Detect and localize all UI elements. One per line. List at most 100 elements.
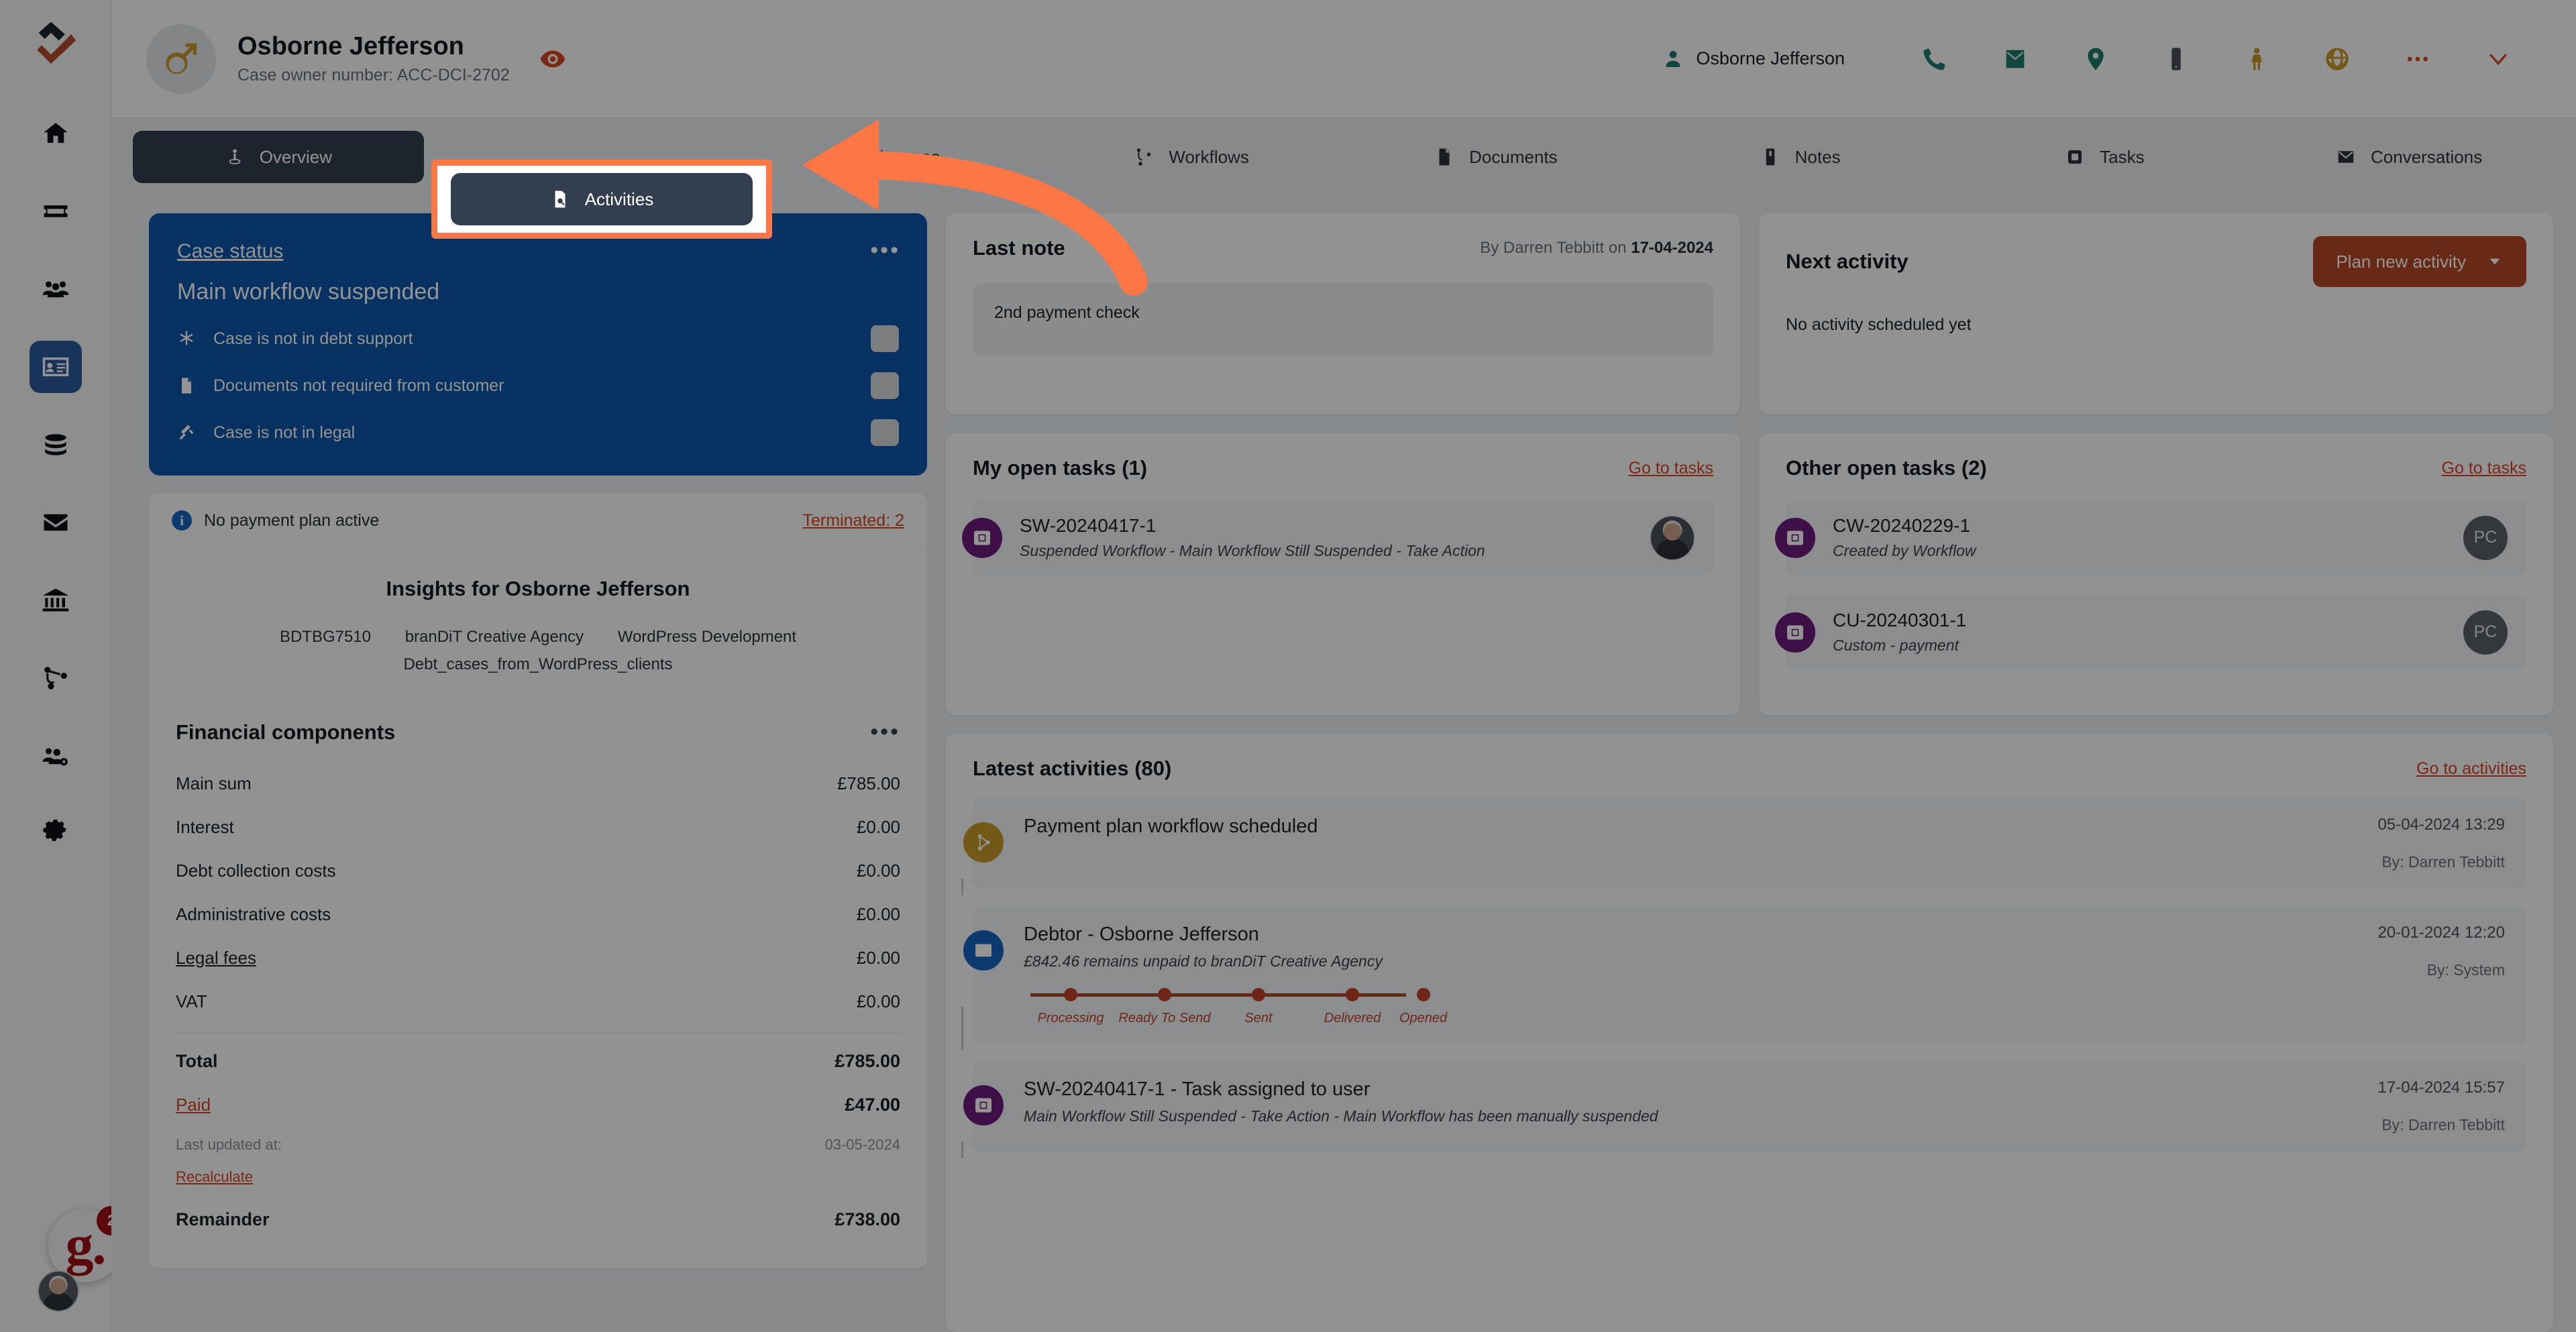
task-row[interactable]: CW-20240229-1 Created by Workflow PC: [1786, 500, 2526, 575]
insight-tag: BDTBG7510: [280, 628, 371, 646]
timeline-connector: [961, 879, 963, 895]
last-note-body[interactable]: 2nd payment check: [973, 283, 1713, 357]
workflow-icon: [1134, 147, 1154, 167]
activity-row[interactable]: SW-20240417-1 - Task assigned to user Ma…: [973, 1061, 2526, 1152]
case-status-headline: Main workflow suspended: [177, 279, 899, 305]
info-icon: i: [172, 510, 192, 531]
financial-paid-label[interactable]: Paid: [176, 1095, 211, 1115]
financial-remainder-value: £738.00: [835, 1209, 900, 1230]
last-note-card: Last note By Darren Tebbitt on 17-04-202…: [946, 213, 1740, 414]
sidebar-item-workflows[interactable]: [30, 652, 82, 704]
task-row[interactable]: SW-20240417-1 Suspended Workflow - Main …: [973, 500, 1713, 575]
case-status-row-label: Case is not in legal: [213, 423, 355, 443]
task-row[interactable]: CU-20240301-1 Custom - payment PC: [1786, 595, 2526, 669]
case-status-row: Documents not required from customer: [177, 372, 899, 399]
plan-new-activity-button[interactable]: Plan new activity: [2313, 236, 2526, 287]
case-status-title[interactable]: Case status: [177, 240, 283, 263]
activity-title: Debtor - Osborne Jefferson: [1024, 924, 2358, 946]
tab-workflows[interactable]: Workflows: [1046, 131, 1337, 183]
mobile-icon[interactable]: [2136, 46, 2216, 72]
sidebar-item-home[interactable]: [30, 107, 82, 160]
sidebar-nav: [0, 107, 111, 860]
case-status-toggle[interactable]: [871, 372, 899, 399]
financial-components-title: Financial components: [176, 720, 395, 744]
tab-notes[interactable]: Notes: [1655, 131, 1946, 183]
chevron-down-icon[interactable]: [2458, 46, 2538, 72]
task-assignee-avatar[interactable]: [1650, 516, 1695, 560]
terminated-plans-link[interactable]: Terminated: 2: [803, 511, 904, 531]
case-owner-chip[interactable]: Osborne Jefferson: [1662, 48, 1845, 70]
case-status-menu[interactable]: •••: [870, 237, 900, 264]
task-id: CW-20240229-1: [1833, 515, 1976, 537]
task-icon: [1775, 612, 1815, 653]
recalculate-link[interactable]: Recalculate: [176, 1163, 253, 1198]
document-icon: [1434, 147, 1454, 167]
activity-row[interactable]: Debtor - Osborne Jefferson £842.46 remai…: [973, 906, 2526, 1044]
financial-row-value: £785.00: [837, 773, 900, 794]
financial-row-label: Debt collection costs: [176, 861, 335, 881]
case-gender-avatar: [146, 24, 216, 94]
financial-row-label: Administrative costs: [176, 904, 331, 925]
last-note-meta-prefix: By Darren Tebbitt on: [1480, 239, 1631, 257]
activity-row[interactable]: Payment plan workflow scheduled 05-04-20…: [973, 798, 2526, 889]
payment-plan-bar: i No payment plan active Terminated: 2: [149, 493, 927, 549]
tab-tasks[interactable]: Tasks: [1960, 131, 2251, 183]
envelope-icon[interactable]: [1975, 46, 2055, 72]
financial-row-legal-fees[interactable]: Legal fees £0.00: [176, 936, 900, 980]
case-status-toggle[interactable]: [871, 419, 899, 446]
sidebar-item-mail[interactable]: [30, 496, 82, 549]
activity-list: Payment plan workflow scheduled 05-04-20…: [973, 798, 2526, 1152]
financial-row: Main sum £785.00: [176, 762, 900, 806]
task-assignee-avatar[interactable]: PC: [2463, 610, 2508, 655]
financial-row-value: £0.00: [857, 861, 900, 881]
ellipsis-icon[interactable]: [2377, 46, 2458, 72]
step-label: Sent: [1244, 1011, 1272, 1026]
task-id: CU-20240301-1: [1833, 610, 1966, 631]
task-assignee-avatar[interactable]: PC: [2463, 516, 2508, 560]
go-to-activities-link[interactable]: Go to activities: [2416, 759, 2526, 779]
case-status-toggle[interactable]: [871, 325, 899, 352]
sidebar-item-settings[interactable]: [30, 808, 82, 860]
go-to-tasks-link[interactable]: Go to tasks: [1629, 459, 1713, 478]
case-status-card: Case status ••• Main workflow suspended …: [149, 213, 927, 476]
sidebar-item-teams[interactable]: [30, 730, 82, 782]
financial-row-label: Interest: [176, 817, 234, 838]
financial-row-label[interactable]: Legal fees: [176, 948, 256, 968]
app-logo[interactable]: [31, 19, 80, 68]
current-user-avatar[interactable]: [38, 1270, 79, 1312]
phone-icon[interactable]: [1894, 46, 1975, 72]
go-to-tasks-link[interactable]: Go to tasks: [2442, 459, 2526, 478]
tab-workflows-label: Workflows: [1169, 147, 1248, 168]
sidebar-item-bank[interactable]: [30, 574, 82, 626]
step-dot: [1417, 988, 1430, 1001]
activity-title: SW-20240417-1 - Task assigned to user: [1024, 1078, 2358, 1101]
activity-author: By: System: [2378, 961, 2506, 979]
sidebar-item-debtors[interactable]: [30, 341, 82, 393]
tab-overview[interactable]: Overview: [133, 131, 424, 183]
financial-last-updated-label: Last updated at:: [176, 1136, 282, 1154]
financial-row-value: £0.00: [857, 904, 900, 925]
financial-components-menu[interactable]: •••: [870, 726, 900, 738]
activity-subtitle: Main Workflow Still Suspended - Take Act…: [1024, 1107, 2358, 1125]
globe-icon[interactable]: [2297, 46, 2377, 72]
tab-finances[interactable]: Finances: [742, 131, 1033, 183]
task-description: Created by Workflow: [1833, 542, 1976, 560]
left-column: Case status ••• Main workflow suspended …: [149, 213, 927, 1332]
person-gold-icon[interactable]: [2216, 46, 2297, 72]
tab-documents[interactable]: Documents: [1350, 131, 1642, 183]
task-description: Suspended Workflow - Main Workflow Still…: [1020, 542, 1485, 560]
sidebar-item-customers[interactable]: [30, 263, 82, 315]
email-step: Delivered: [1305, 988, 1399, 1026]
insights-card: i No payment plan active Terminated: 2 I…: [149, 493, 927, 1268]
gavel-icon: [177, 423, 196, 442]
timeline-connector: [961, 1007, 963, 1050]
sidebar-item-cases[interactable]: [30, 185, 82, 237]
financial-total-value: £785.00: [835, 1051, 900, 1072]
tab-conversations[interactable]: Conversations: [2263, 131, 2555, 183]
sidebar-item-data[interactable]: [30, 419, 82, 471]
tab-activities[interactable]: Activities: [451, 173, 753, 225]
step-label: Ready To Send: [1118, 1011, 1210, 1026]
email-status-steps: Processing Ready To Send: [1024, 988, 2358, 1026]
eye-icon[interactable]: [539, 46, 566, 72]
location-pin-icon[interactable]: [2055, 46, 2136, 72]
